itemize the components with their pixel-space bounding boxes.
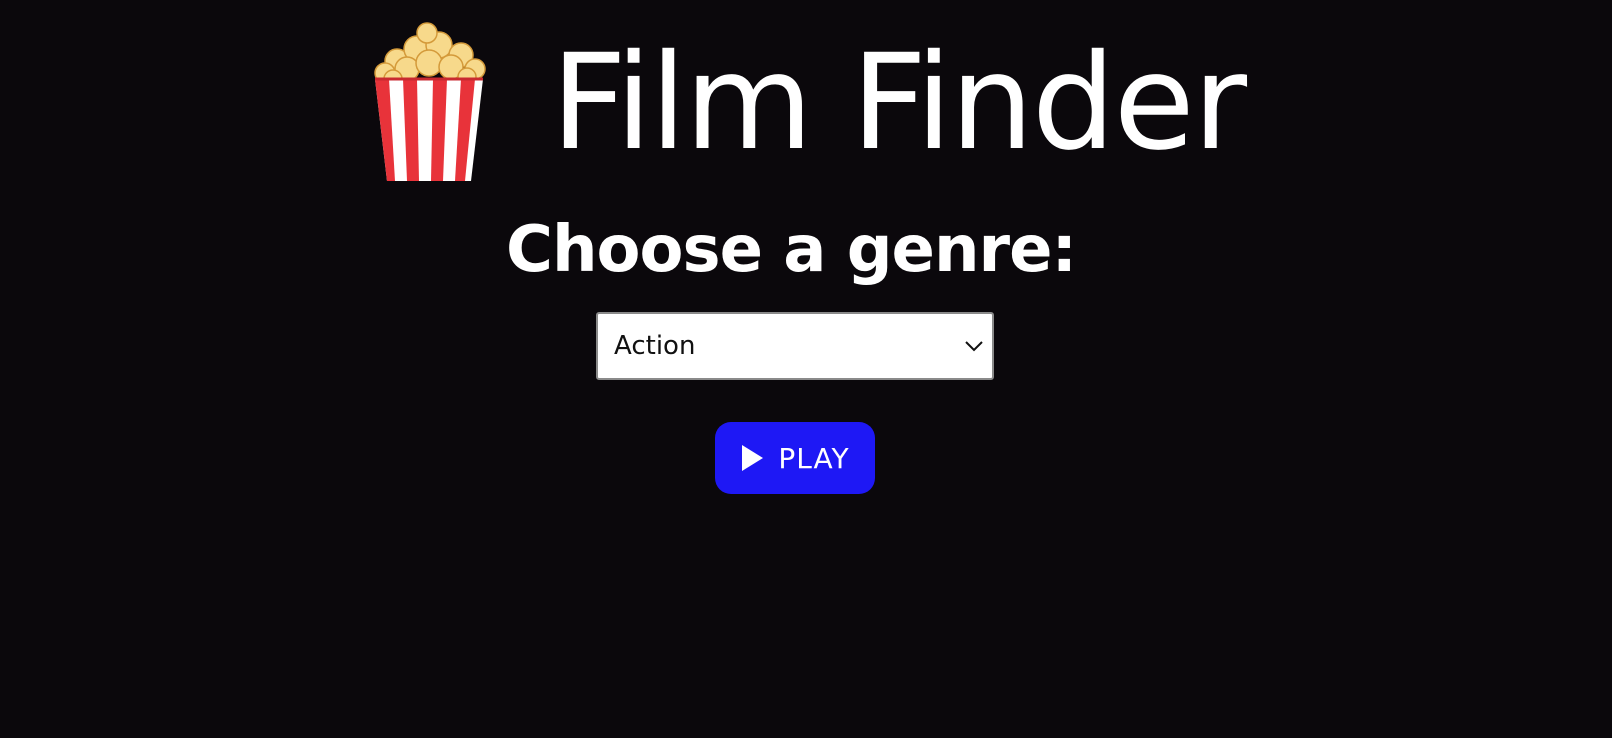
genre-select-value: Action [614,331,696,361]
play-icon [742,445,764,471]
popcorn-icon [374,22,486,181]
genre-heading: Choose a genre: [506,213,1077,287]
header: Film Finder [0,18,1612,188]
app-title: Film Finder [550,26,1247,180]
play-button-label: PLAY [778,441,850,475]
play-button[interactable]: PLAY [715,422,875,494]
genre-select[interactable]: Action [596,312,994,380]
chevron-down-icon [965,341,983,352]
page: Film Finder Choose a genre: Action PLAY [0,0,1612,738]
